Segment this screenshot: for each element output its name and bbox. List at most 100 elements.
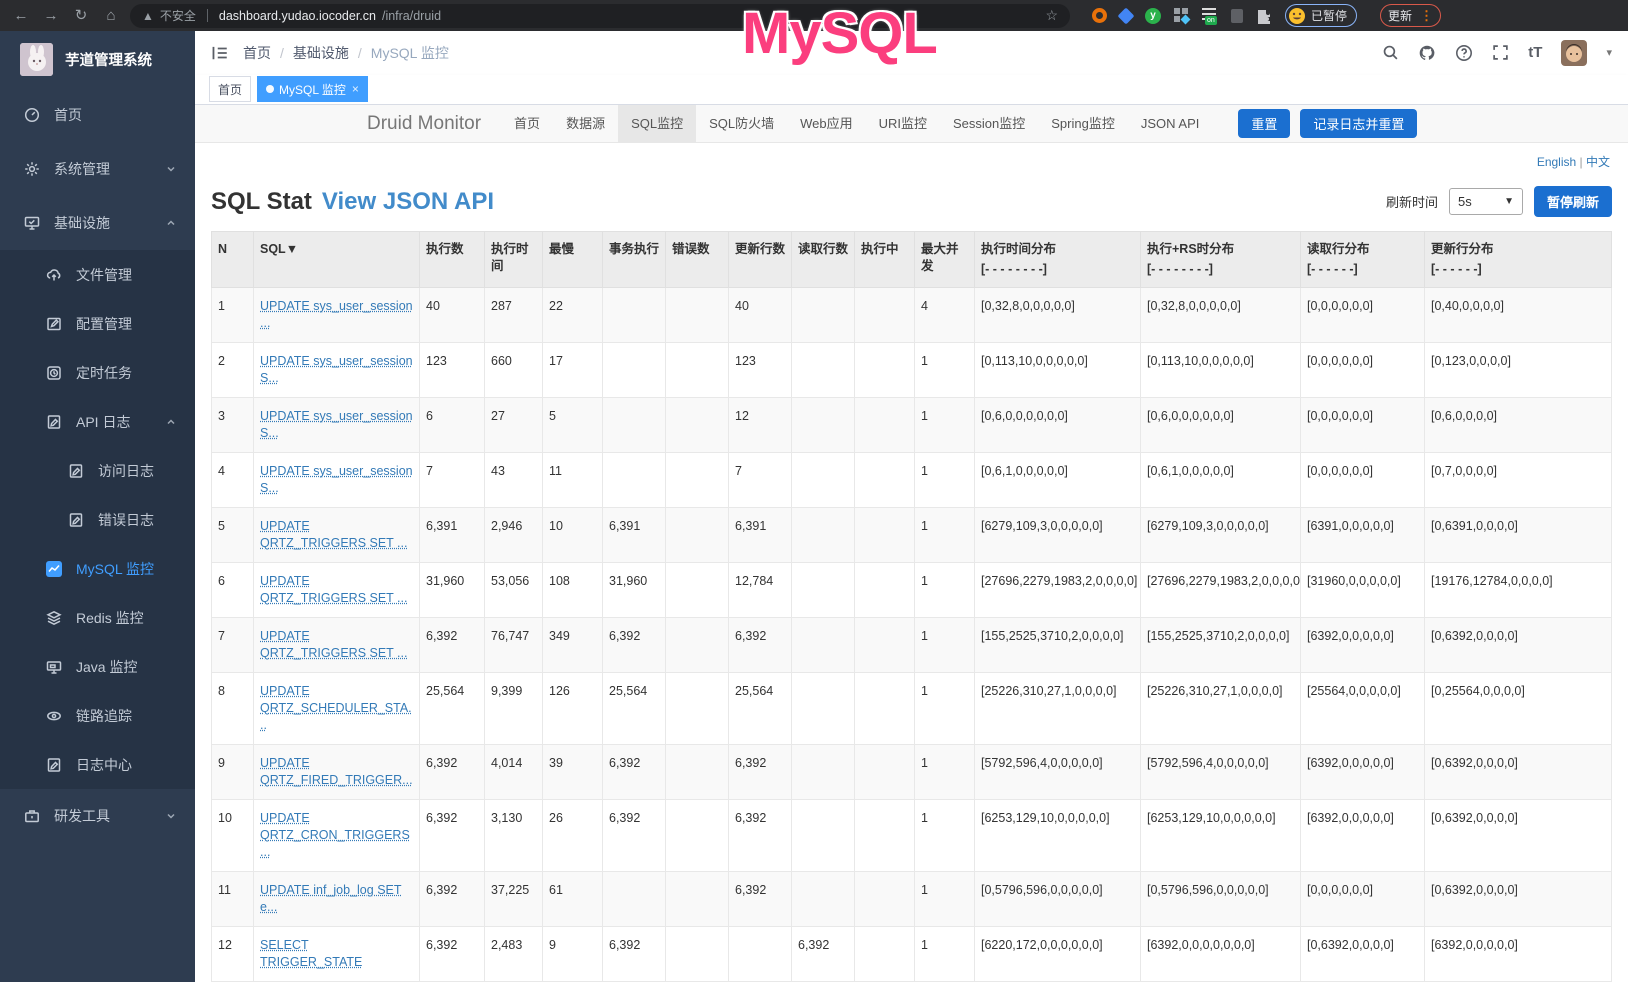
pause-refresh-button[interactable]: 暂停刷新 [1534,186,1612,217]
sql-link[interactable]: UPDATE sys_user_session ... [260,299,413,330]
column-header[interactable]: 错误数 [666,232,729,288]
sql-link[interactable]: UPDATE inf_job_log SET e... [260,883,402,914]
sidebar-item-system[interactable]: 系统管理 [0,142,195,196]
value-cell: [0,6392,0,0,0,0] [1425,618,1612,673]
sql-link[interactable]: UPDATE QRTZ_CRON_TRIGGERS... [260,811,410,859]
sql-link[interactable]: UPDATE QRTZ_TRIGGERS SET ... [260,574,407,605]
extension-gray-icon[interactable] [1231,9,1243,23]
druid-nav-item-5[interactable]: URI监控 [866,105,940,143]
sql-link[interactable]: UPDATE sys_user_session S... [260,464,413,495]
sidebar-item-apilog[interactable]: API 日志 [0,397,195,446]
sidebar-item-mysql[interactable]: MySQL 监控 [0,544,195,593]
avatar[interactable] [1561,40,1587,66]
value-cell [855,508,915,563]
search-icon[interactable] [1382,44,1399,61]
column-header[interactable]: 执行中 [855,232,915,288]
druid-nav-item-1[interactable]: 数据源 [553,105,618,143]
value-cell [603,288,666,343]
column-header[interactable]: SQL▼ [254,232,420,288]
font-size-icon[interactable]: tT [1528,44,1542,61]
view-json-api-link[interactable]: View JSON API [322,188,494,216]
reload-icon[interactable]: ↻ [70,0,92,31]
column-header[interactable]: 读取行数 [792,232,855,288]
tag-label: MySQL 监控 [279,81,346,98]
profile-chip[interactable]: 已暂停 [1285,4,1357,27]
back-icon[interactable]: ← [10,0,32,31]
security-label[interactable]: 不安全 [160,7,196,24]
column-header[interactable]: N [212,232,254,288]
sidebar-item-devtool[interactable]: 研发工具 [0,789,195,843]
lang-chinese-link[interactable]: 中文 [1586,155,1610,169]
reset-button[interactable]: 重置 [1238,109,1290,138]
forward-icon[interactable]: → [40,0,62,31]
sidebar-item-trace[interactable]: 链路追踪 [0,691,195,740]
breadcrumb-home[interactable]: 首页 [243,43,271,63]
home-icon[interactable]: ⌂ [100,0,122,31]
druid-nav-item-7[interactable]: Spring监控 [1038,105,1128,143]
sidebar-item-logcenter[interactable]: 日志中心 [0,740,195,789]
column-header[interactable]: 最大并发 [915,232,975,288]
column-header[interactable]: 更新行数 [729,232,792,288]
help-icon[interactable] [1455,44,1473,62]
fullscreen-icon[interactable] [1492,44,1509,61]
browser-update-button[interactable]: 更新 ⋮ [1380,4,1441,27]
close-icon[interactable]: × [352,82,359,96]
value-cell: [27696,2279,1983,2,0,0,0,0] [975,563,1141,618]
log-and-reset-button[interactable]: 记录日志并重置 [1300,109,1417,138]
sidebar-item-config[interactable]: 配置管理 [0,299,195,348]
sidebar-item-java[interactable]: Java 监控 [0,642,195,691]
column-header[interactable]: 读取行分布[- - - - - -] [1301,232,1425,288]
sql-link[interactable]: UPDATE QRTZ_TRIGGERS SET ... [260,629,407,660]
sidebar-item-accesslog[interactable]: 访问日志 [0,446,195,495]
more-menu-icon[interactable]: ⋮ [1420,8,1433,24]
value-cell: 25,564 [729,673,792,745]
column-header[interactable]: 事务执行 [603,232,666,288]
bookmark-star-icon[interactable]: ☆ [1045,7,1058,24]
value-cell: 123 [420,343,485,398]
lang-english-link[interactable]: English [1537,155,1576,169]
sql-link[interactable]: SELECT TRIGGER_STATE [260,938,362,969]
sql-link[interactable]: UPDATE QRTZ_FIRED_TRIGGER... [260,756,413,787]
tag-mysql-active[interactable]: MySQL 监控 × [257,76,368,102]
sidebar-item-job[interactable]: 定时任务 [0,348,195,397]
sql-link[interactable]: UPDATE QRTZ_TRIGGERS SET ... [260,519,407,550]
druid-nav-item-0[interactable]: 首页 [501,105,553,143]
column-header[interactable]: 执行时间 [485,232,543,288]
druid-nav-item-8[interactable]: JSON API [1128,105,1213,143]
sql-link[interactable]: UPDATE QRTZ_SCHEDULER_STA... [260,684,412,732]
sidebar-item-redis[interactable]: Redis 监控 [0,593,195,642]
refresh-interval-select[interactable]: 5s ▼ [1449,188,1523,215]
sidebar-item-home[interactable]: 首页 [0,88,195,142]
column-header[interactable]: 执行+RS时分布[- - - - - - - -] [1141,232,1301,288]
caret-down-icon[interactable]: ▾ [1606,46,1612,59]
sidebar-item-file[interactable]: 文件管理 [0,250,195,299]
sidebar-item-errorlog[interactable]: 错误日志 [0,495,195,544]
extension-orange-icon[interactable] [1092,8,1107,23]
sql-link[interactable]: UPDATE sys_user_session S... [260,354,413,385]
sql-link[interactable]: UPDATE sys_user_session S... [260,409,413,440]
breadcrumb-infra[interactable]: 基础设施 [293,43,349,63]
extension-blue-icon[interactable] [1118,7,1135,24]
sidebar-item-infra[interactable]: 基础设施 [0,196,195,250]
druid-brand[interactable]: Druid Monitor [367,113,481,135]
sql-cell: UPDATE inf_job_log SET e... [254,872,420,927]
tag-home[interactable]: 首页 [209,76,251,102]
sidebar-item-label: 定时任务 [76,363,132,383]
puzzle-icon[interactable] [1256,8,1272,24]
druid-nav-item-2[interactable]: SQL监控 [618,105,696,143]
column-header[interactable]: 最慢 [543,232,603,288]
column-header[interactable]: 执行数 [420,232,485,288]
druid-nav-item-6[interactable]: Session监控 [940,105,1038,143]
druid-nav-item-4[interactable]: Web应用 [787,105,866,143]
column-header[interactable]: 更新行分布[- - - - - -] [1425,232,1612,288]
druid-nav-item-3[interactable]: SQL防火墙 [696,105,787,143]
extension-green-icon[interactable]: y [1145,8,1161,24]
header-actions: tT ▾ [1382,40,1612,66]
extension-list-icon[interactable]: on [1202,8,1218,24]
menu-fold-icon[interactable] [211,44,229,62]
language-switch: English | 中文 [195,143,1628,170]
github-icon[interactable] [1418,44,1436,62]
extension-blocks-icon[interactable] [1174,8,1189,23]
column-header[interactable]: 执行时间分布[- - - - - - - -] [975,232,1141,288]
value-cell: 26 [543,800,603,872]
